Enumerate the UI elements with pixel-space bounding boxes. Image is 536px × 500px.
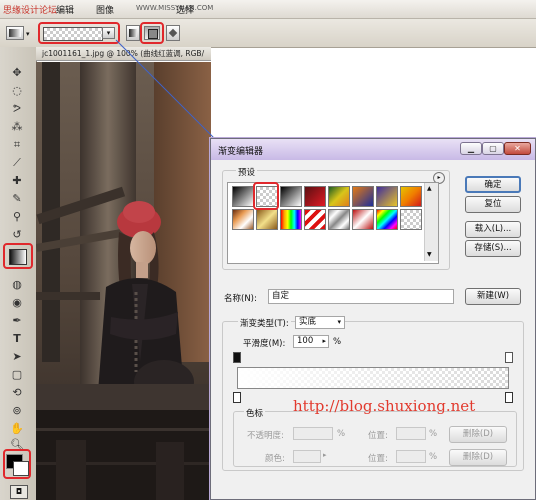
- preset-fg-to-bg[interactable]: [232, 186, 254, 207]
- maximize-button[interactable]: ▢: [482, 142, 504, 155]
- gradient-type-value: 实底: [299, 317, 317, 327]
- name-label: 名称(N):: [224, 294, 257, 304]
- close-button[interactable]: ✕: [504, 142, 531, 155]
- chevron-right-icon: ▸: [323, 451, 327, 459]
- dialog-title: 渐变编辑器: [218, 147, 264, 157]
- opacity-unit: %: [337, 429, 346, 439]
- color-stop-right[interactable]: [505, 392, 513, 403]
- delete-opacity-stop-button[interactable]: 删除(D): [449, 426, 507, 443]
- color-stop-left[interactable]: [233, 392, 241, 403]
- preset-chrome-gold[interactable]: [256, 209, 278, 230]
- dialog-titlebar: 渐变编辑器 ▁ ▢ ✕: [211, 139, 535, 160]
- location-field[interactable]: [396, 427, 426, 440]
- preset-green-orange[interactable]: [328, 186, 350, 207]
- scroll-up-icon[interactable]: ▲: [427, 185, 432, 192]
- presets-label: 预设: [236, 166, 258, 178]
- save-button[interactable]: 存储(S)...: [465, 240, 521, 257]
- color-swatch-field[interactable]: [293, 450, 321, 463]
- gradient-type-label: 渐变类型(T):: [238, 317, 291, 329]
- gradient-fill: [238, 368, 508, 388]
- gradient-type-select[interactable]: 实底 ▾: [295, 316, 345, 329]
- location-unit-2: %: [429, 452, 438, 462]
- preset-red-red[interactable]: [304, 186, 326, 207]
- chevron-right-icon: ▸: [322, 337, 326, 345]
- preset-spectrum[interactable]: [280, 209, 302, 230]
- scroll-down-icon[interactable]: ▼: [427, 251, 432, 258]
- color-label: 颜色:: [265, 454, 285, 464]
- reset-button[interactable]: 复位: [465, 196, 521, 213]
- stops-label: 色标: [244, 407, 266, 419]
- presets-scrollbar[interactable]: ▲ ▼: [424, 183, 438, 261]
- gradient-editor-dialog: 渐变编辑器 ▁ ▢ ✕ 预设 ▸ ▲ ▼ 确定 复位 载入(L)... 存储(S…: [210, 138, 536, 500]
- opacity-stop-left[interactable]: [233, 352, 241, 363]
- preset-silver[interactable]: [328, 209, 350, 230]
- opacity-field[interactable]: [293, 427, 333, 440]
- location-label: 位置:: [368, 431, 388, 441]
- new-button[interactable]: 新建(W): [465, 288, 521, 305]
- preset-transparent-stripes[interactable]: [400, 209, 422, 230]
- location-unit: %: [429, 429, 438, 439]
- minimize-button[interactable]: ▁: [460, 142, 482, 155]
- chevron-down-icon: ▾: [337, 318, 341, 326]
- delete-color-stop-button[interactable]: 删除(D): [449, 449, 507, 466]
- load-button[interactable]: 载入(L)...: [465, 221, 521, 238]
- smoothness-value: 100: [297, 336, 314, 346]
- preset-red-white[interactable]: [352, 209, 374, 230]
- preset-yellow-red[interactable]: [400, 186, 422, 207]
- location-field-2[interactable]: [396, 450, 426, 463]
- preset-violet-orange[interactable]: [376, 186, 398, 207]
- preset-copper[interactable]: [232, 209, 254, 230]
- preset-black-white[interactable]: [280, 186, 302, 207]
- opacity-label: 不透明度:: [247, 431, 284, 441]
- name-field[interactable]: 自定: [268, 289, 454, 304]
- gradient-preview-bar[interactable]: [237, 367, 509, 389]
- location-label-2: 位置:: [368, 454, 388, 464]
- ok-button[interactable]: 确定: [465, 176, 521, 193]
- opacity-stop-right[interactable]: [505, 352, 513, 363]
- preset-orange-blue[interactable]: [352, 186, 374, 207]
- smoothness-unit: %: [333, 337, 342, 347]
- preset-rainbow[interactable]: [376, 209, 398, 230]
- preset-stripes-red[interactable]: [304, 209, 326, 230]
- smoothness-field[interactable]: 100 ▸: [293, 335, 329, 348]
- smoothness-label: 平滑度(M):: [243, 339, 286, 349]
- url-watermark: http://blog.shuxiong.net: [293, 397, 476, 415]
- selected-preset-highlight: [253, 182, 279, 210]
